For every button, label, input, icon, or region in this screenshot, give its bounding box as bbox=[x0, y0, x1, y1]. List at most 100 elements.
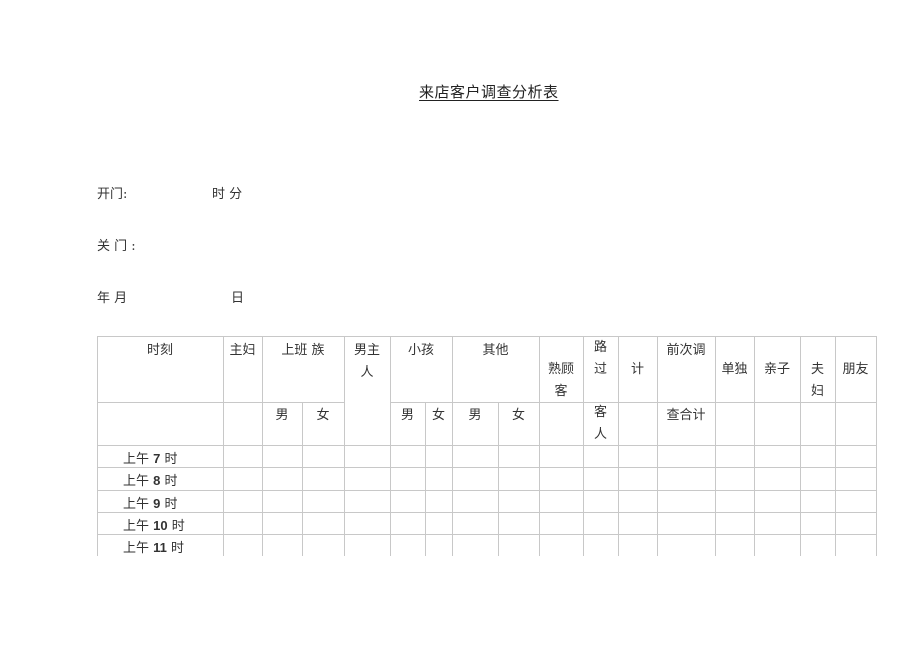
table-cell[interactable] bbox=[453, 446, 498, 467]
table-cell[interactable] bbox=[540, 446, 583, 467]
table-cell[interactable] bbox=[836, 491, 876, 512]
table-cell[interactable] bbox=[263, 468, 302, 490]
table-cell[interactable] bbox=[584, 491, 618, 512]
table-cell[interactable] bbox=[303, 468, 344, 490]
table-cell[interactable] bbox=[303, 513, 344, 534]
table-cell[interactable] bbox=[540, 491, 583, 512]
table-cell[interactable] bbox=[426, 468, 452, 490]
header-alone: 单独 bbox=[721, 362, 748, 377]
table-cell[interactable] bbox=[391, 535, 425, 556]
row-time-prefix: 上午 bbox=[123, 519, 154, 534]
table-cell[interactable] bbox=[619, 446, 657, 467]
column-divider bbox=[835, 336, 836, 556]
header-other: 其他 bbox=[482, 343, 509, 358]
subheader-child-male: 男 bbox=[400, 408, 414, 423]
table-cell[interactable] bbox=[836, 468, 876, 490]
table-cell[interactable] bbox=[499, 535, 539, 556]
table-cell[interactable] bbox=[263, 535, 302, 556]
table-cell[interactable] bbox=[453, 491, 498, 512]
table-cell[interactable] bbox=[658, 491, 715, 512]
table-cell[interactable] bbox=[716, 513, 754, 534]
table-cell[interactable] bbox=[426, 513, 452, 534]
table-cell[interactable] bbox=[716, 535, 754, 556]
table-cell[interactable] bbox=[453, 468, 498, 490]
table-cell[interactable] bbox=[391, 468, 425, 490]
row-time-label: 上午 11 时 bbox=[123, 537, 184, 556]
table-cell[interactable] bbox=[801, 491, 835, 512]
table-cell[interactable] bbox=[716, 491, 754, 512]
table-cell[interactable] bbox=[619, 491, 657, 512]
row-divider bbox=[97, 467, 877, 468]
table-cell[interactable] bbox=[619, 468, 657, 490]
table-cell[interactable] bbox=[716, 446, 754, 467]
table-cell[interactable] bbox=[426, 446, 452, 467]
table-cell[interactable] bbox=[499, 468, 539, 490]
row-hour: 11 bbox=[153, 540, 167, 555]
table-cell[interactable] bbox=[263, 446, 302, 467]
table-cell[interactable] bbox=[801, 535, 835, 556]
table-cell[interactable] bbox=[499, 446, 539, 467]
table-cell[interactable] bbox=[755, 491, 800, 512]
table-cell[interactable] bbox=[391, 491, 425, 512]
header-time: 时刻 bbox=[146, 343, 173, 358]
table-cell[interactable] bbox=[345, 446, 390, 467]
table-cell[interactable] bbox=[716, 468, 754, 490]
table-cell[interactable] bbox=[303, 535, 344, 556]
table-cell[interactable] bbox=[836, 535, 876, 556]
table-cell[interactable] bbox=[755, 513, 800, 534]
table-cell[interactable] bbox=[801, 468, 835, 490]
table-cell[interactable] bbox=[303, 446, 344, 467]
column-divider bbox=[715, 336, 716, 556]
row-time-suffix: 时 bbox=[160, 474, 178, 489]
table-cell[interactable] bbox=[540, 535, 583, 556]
table-cell[interactable] bbox=[345, 535, 390, 556]
table-cell[interactable] bbox=[584, 513, 618, 534]
table-cell[interactable] bbox=[391, 513, 425, 534]
table-cell[interactable] bbox=[453, 513, 498, 534]
row-divider bbox=[97, 512, 877, 513]
table-cell[interactable] bbox=[224, 513, 262, 534]
table-cell[interactable] bbox=[224, 491, 262, 512]
table-cell[interactable] bbox=[584, 468, 618, 490]
row-time-prefix: 上午 bbox=[123, 452, 154, 467]
table-cell[interactable] bbox=[540, 513, 583, 534]
table-cell[interactable] bbox=[224, 535, 262, 556]
column-divider bbox=[223, 336, 224, 556]
table-cell[interactable] bbox=[499, 513, 539, 534]
header-total: 计 bbox=[630, 362, 644, 377]
table-cell[interactable] bbox=[426, 491, 452, 512]
table-cell[interactable] bbox=[426, 535, 452, 556]
table-cell[interactable] bbox=[836, 513, 876, 534]
header-housewife: 主妇 bbox=[229, 343, 256, 358]
table-cell[interactable] bbox=[755, 535, 800, 556]
table-cell[interactable] bbox=[303, 491, 344, 512]
header-male-host: 男主 人 bbox=[353, 343, 380, 380]
column-divider bbox=[498, 402, 499, 556]
table-cell[interactable] bbox=[658, 535, 715, 556]
table-cell[interactable] bbox=[263, 513, 302, 534]
table-cell[interactable] bbox=[345, 468, 390, 490]
header-divider bbox=[390, 402, 877, 403]
table-cell[interactable] bbox=[263, 491, 302, 512]
table-cell[interactable] bbox=[755, 446, 800, 467]
table-cell[interactable] bbox=[755, 468, 800, 490]
table-cell[interactable] bbox=[619, 513, 657, 534]
table-cell[interactable] bbox=[391, 446, 425, 467]
table-cell[interactable] bbox=[658, 513, 715, 534]
column-divider bbox=[754, 336, 755, 556]
table-cell[interactable] bbox=[345, 513, 390, 534]
table-cell[interactable] bbox=[658, 446, 715, 467]
table-cell[interactable] bbox=[801, 446, 835, 467]
table-cell[interactable] bbox=[499, 491, 539, 512]
table-cell[interactable] bbox=[224, 446, 262, 467]
table-cell[interactable] bbox=[540, 468, 583, 490]
table-cell[interactable] bbox=[836, 446, 876, 467]
table-cell[interactable] bbox=[584, 446, 618, 467]
table-cell[interactable] bbox=[584, 535, 618, 556]
table-cell[interactable] bbox=[658, 468, 715, 490]
table-cell[interactable] bbox=[224, 468, 262, 490]
table-cell[interactable] bbox=[619, 535, 657, 556]
table-cell[interactable] bbox=[453, 535, 498, 556]
table-cell[interactable] bbox=[801, 513, 835, 534]
table-cell[interactable] bbox=[345, 491, 390, 512]
